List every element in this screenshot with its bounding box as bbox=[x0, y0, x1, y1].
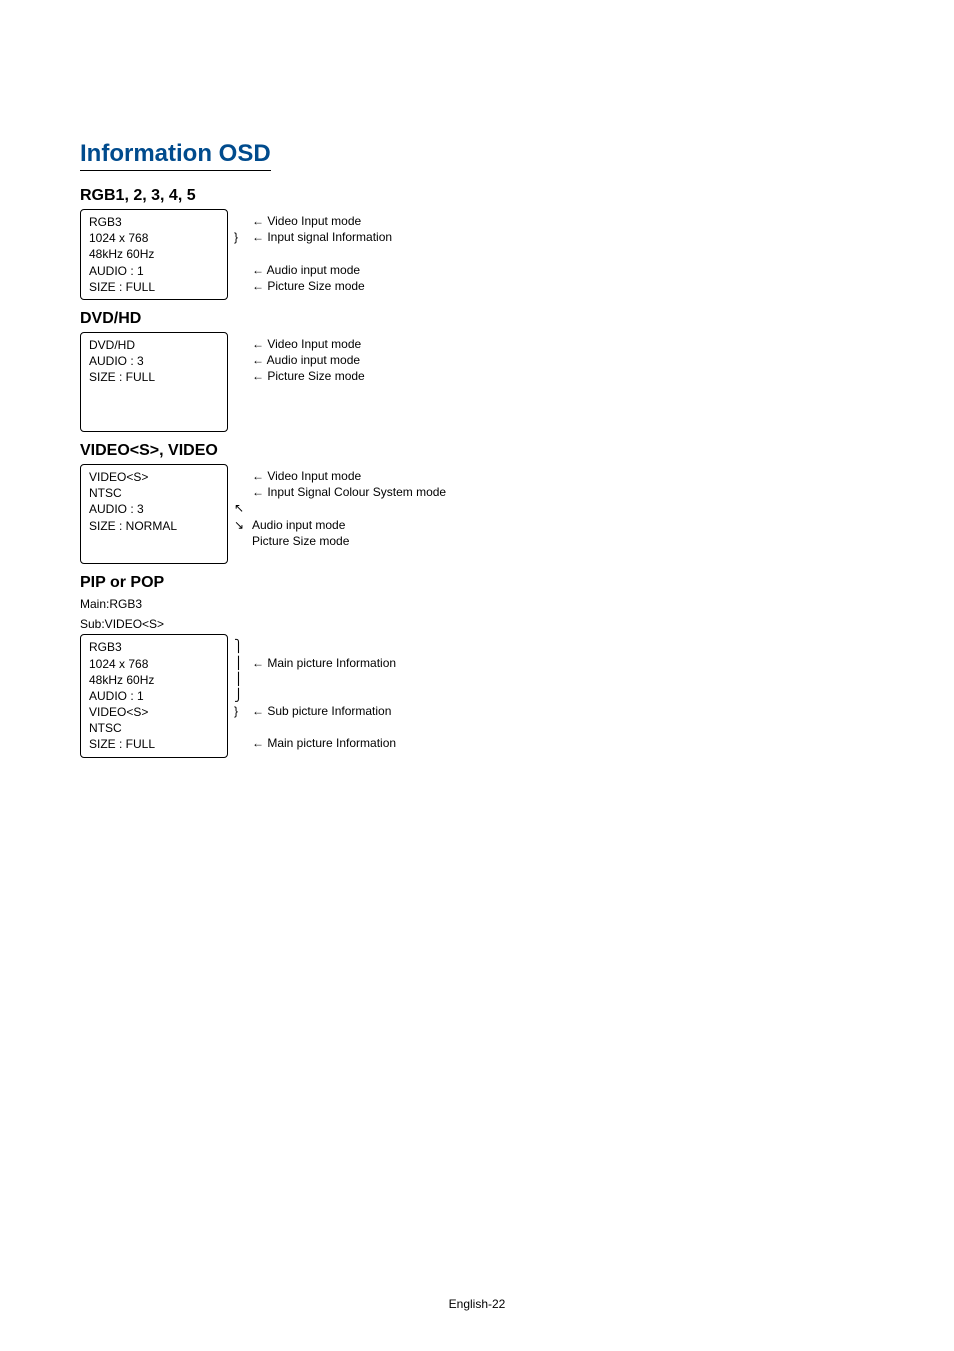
osd-line: VIDEO<S> bbox=[89, 469, 219, 485]
brace-char bbox=[234, 468, 248, 484]
osd-line: AUDIO : 1 bbox=[89, 263, 219, 279]
brace-char: ⎭ bbox=[234, 687, 248, 703]
section-rgb-row: RGB3 1024 x 768 48kHz 60Hz AUDIO : 1 SIZ… bbox=[80, 209, 874, 300]
label-col-pip: ← Main picture Information ← Sub picture… bbox=[248, 634, 396, 751]
label-line: Picture Size mode bbox=[252, 533, 446, 549]
label-line bbox=[252, 500, 446, 516]
label-line: ← Sub picture Information bbox=[252, 703, 396, 719]
section-video-row: VIDEO<S> NTSC AUDIO : 3 SIZE : NORMAL ↖ … bbox=[80, 464, 874, 564]
brace-char bbox=[234, 352, 248, 368]
page-footer: English-22 bbox=[0, 1297, 954, 1311]
osd-line: 1024 x 768 bbox=[89, 656, 219, 672]
osd-line: NTSC bbox=[89, 485, 219, 501]
label-line: ← Audio input mode bbox=[252, 352, 365, 368]
brace-char: ⎪ bbox=[234, 671, 248, 687]
osd-line: SIZE : NORMAL bbox=[89, 518, 219, 534]
section-title-video: VIDEO<S>, VIDEO bbox=[80, 442, 874, 460]
osd-line: AUDIO : 3 bbox=[89, 501, 219, 517]
brace-col-video: ↖ ↘ bbox=[228, 464, 248, 533]
brace-char bbox=[234, 262, 248, 278]
label-line: ← Input Signal Colour System mode bbox=[252, 484, 446, 500]
brace-char: ⎫ bbox=[234, 638, 248, 654]
brace-char bbox=[234, 484, 248, 500]
brace-char bbox=[234, 719, 248, 735]
label-line: ← Video Input mode bbox=[252, 336, 365, 352]
osd-line: AUDIO : 1 bbox=[89, 688, 219, 704]
brace-char bbox=[234, 336, 248, 352]
brace-char: ↖ bbox=[234, 500, 248, 516]
osd-box-dvdhd: DVD/HD AUDIO : 3 SIZE : FULL bbox=[80, 332, 228, 432]
brace-char: ↘ bbox=[234, 517, 248, 533]
label-col-dvdhd: ← Video Input mode ← Audio input mode ← … bbox=[248, 332, 365, 385]
brace-char bbox=[234, 735, 248, 751]
osd-line: NTSC bbox=[89, 720, 219, 736]
page-title: Information OSD bbox=[80, 140, 271, 171]
section-dvdhd-row: DVD/HD AUDIO : 3 SIZE : FULL ← Video Inp… bbox=[80, 332, 874, 432]
label-line bbox=[252, 719, 396, 735]
osd-line: VIDEO<S> bbox=[89, 704, 219, 720]
label-line bbox=[252, 687, 396, 703]
osd-box-video: VIDEO<S> NTSC AUDIO : 3 SIZE : NORMAL bbox=[80, 464, 228, 564]
osd-line: RGB3 bbox=[89, 214, 219, 230]
brace-char: } bbox=[234, 229, 248, 245]
osd-line: 48kHz 60Hz bbox=[89, 246, 219, 262]
label-line bbox=[252, 671, 396, 687]
osd-line: DVD/HD bbox=[89, 337, 219, 353]
osd-line: RGB3 bbox=[89, 639, 219, 655]
brace-char bbox=[234, 245, 248, 261]
label-line: ← Picture Size mode bbox=[252, 278, 392, 294]
osd-line: 48kHz 60Hz bbox=[89, 672, 219, 688]
label-line: ← Audio input mode bbox=[252, 262, 392, 278]
brace-char bbox=[234, 213, 248, 229]
label-line: ← Main picture Information bbox=[252, 735, 396, 751]
section-title-pip: PIP or POP bbox=[80, 574, 874, 592]
brace-col-pip: ⎫ ⎪ ⎪ ⎭ } bbox=[228, 634, 248, 751]
label-col-video: ← Video Input mode ← Input Signal Colour… bbox=[248, 464, 446, 549]
label-line bbox=[252, 245, 392, 261]
section-title-dvdhd: DVD/HD bbox=[80, 310, 874, 328]
section-title-rgb: RGB1, 2, 3, 4, 5 bbox=[80, 187, 874, 205]
brace-char: ⎪ bbox=[234, 655, 248, 671]
label-col-rgb: ← Video Input mode ← Input signal Inform… bbox=[248, 209, 392, 294]
osd-box-pip: RGB3 1024 x 768 48kHz 60Hz AUDIO : 1 VID… bbox=[80, 634, 228, 757]
label-line: ← Main picture Information bbox=[252, 655, 396, 671]
label-line bbox=[252, 638, 396, 654]
label-line: ← Picture Size mode bbox=[252, 368, 365, 384]
pip-note-main: Main:RGB3 bbox=[80, 596, 874, 612]
brace-col-rgb: } bbox=[228, 209, 248, 294]
osd-line: SIZE : FULL bbox=[89, 736, 219, 752]
osd-line: 1024 x 768 bbox=[89, 230, 219, 246]
osd-box-rgb: RGB3 1024 x 768 48kHz 60Hz AUDIO : 1 SIZ… bbox=[80, 209, 228, 300]
label-line: ← Video Input mode bbox=[252, 468, 446, 484]
label-line: ← Input signal Information bbox=[252, 229, 392, 245]
osd-line: SIZE : FULL bbox=[89, 369, 219, 385]
label-line: ← Video Input mode bbox=[252, 213, 392, 229]
section-pip-row: RGB3 1024 x 768 48kHz 60Hz AUDIO : 1 VID… bbox=[80, 634, 874, 757]
label-line: Audio input mode bbox=[252, 517, 446, 533]
osd-line: SIZE : FULL bbox=[89, 279, 219, 295]
pip-note-sub: Sub:VIDEO<S> bbox=[80, 616, 874, 632]
osd-line: AUDIO : 3 bbox=[89, 353, 219, 369]
brace-char bbox=[234, 278, 248, 294]
brace-char: } bbox=[234, 703, 248, 719]
brace-char bbox=[234, 368, 248, 384]
brace-col-dvdhd bbox=[228, 332, 248, 385]
